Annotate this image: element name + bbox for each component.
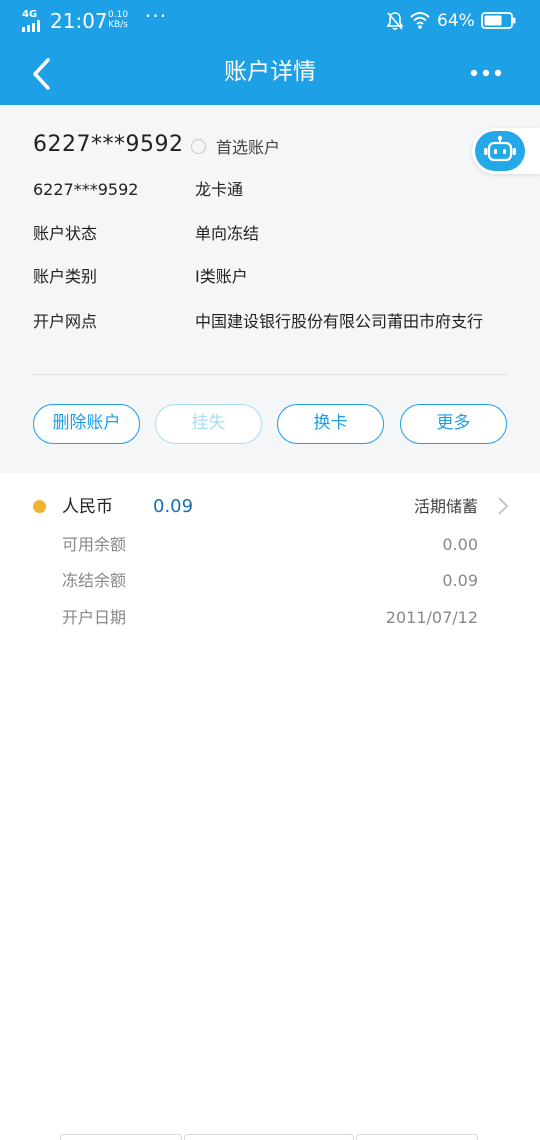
network-speed-value: 0.10 xyxy=(108,10,129,20)
available-balance-row: 可用余额 0.00 xyxy=(62,534,478,556)
info-row-label: 账户状态 xyxy=(33,224,98,243)
divider xyxy=(33,374,507,375)
info-row-value: 龙卡通 xyxy=(195,180,244,199)
more-actions-button[interactable]: 更多 xyxy=(400,404,507,444)
bottom-tab-fragment[interactable] xyxy=(60,1134,182,1140)
notification-dots: ··· xyxy=(145,4,168,28)
info-row-branch: 开户网点 中国建设银行股份有限公司莆田市府支行 xyxy=(33,311,483,333)
clock: 21:07 xyxy=(50,9,108,33)
info-row-card: 6227***9592 龙卡通 xyxy=(33,179,243,201)
wifi-icon xyxy=(410,12,430,29)
balance-row-value: 0.09 xyxy=(442,571,478,590)
balance-amount: 0.09 xyxy=(153,496,194,517)
signal-icon xyxy=(22,20,46,32)
bottom-tab-fragment[interactable] xyxy=(184,1134,354,1140)
battery-percent: 64% xyxy=(437,11,475,31)
network-speed: 0.10 KB/s xyxy=(108,10,128,30)
preferred-account-toggle[interactable]: 首选账户 xyxy=(191,134,280,158)
info-row-value: 单向冻结 xyxy=(195,224,260,243)
info-row-label: 6227***9592 xyxy=(33,180,139,199)
balance-row-value: 0.00 xyxy=(442,535,478,554)
open-date-row: 开户日期 2011/07/12 xyxy=(62,607,478,629)
top-bar: 4G 21:07 0.10 KB/s ··· 64% 账户详情 xyxy=(0,0,540,105)
header: 账户详情 xyxy=(0,42,540,105)
info-row-label: 账户类别 xyxy=(33,267,98,286)
info-row-label: 开户网点 xyxy=(33,312,98,331)
currency-dot-icon xyxy=(33,500,46,513)
delete-account-button[interactable]: 删除账户 xyxy=(33,404,140,444)
network-type: 4G xyxy=(22,9,38,20)
info-row-category: 账户类别 I类账户 xyxy=(33,266,248,288)
info-row-value: I类账户 xyxy=(195,267,248,286)
chevron-right-icon[interactable] xyxy=(494,495,510,517)
report-loss-button[interactable]: 挂失 xyxy=(155,404,262,444)
assistant-robot-button[interactable] xyxy=(472,128,540,174)
more-dots-icon[interactable] xyxy=(466,58,506,88)
account-type-link[interactable]: 活期储蓄 xyxy=(414,495,478,519)
bottom-tab-fragment[interactable] xyxy=(356,1134,478,1140)
balance-section: 人民币 0.09 活期储蓄 可用余额 0.00 冻结余额 0.09 开户日期 2… xyxy=(0,473,540,673)
account-number: 6227***9592 xyxy=(33,132,184,157)
robot-icon xyxy=(484,135,516,162)
mute-bell-icon xyxy=(386,12,404,31)
replace-card-button[interactable]: 换卡 xyxy=(277,404,384,444)
currency-label: 人民币 xyxy=(62,497,113,517)
status-bar: 4G 21:07 0.10 KB/s ··· 64% xyxy=(0,0,540,42)
battery-icon xyxy=(481,12,516,29)
preferred-radio[interactable] xyxy=(191,138,206,154)
page-title: 账户详情 xyxy=(224,59,316,85)
network-speed-unit: KB/s xyxy=(108,20,128,30)
account-info-card: 6227***9592 首选账户 6227***9592 龙卡通 账户状态 单向… xyxy=(0,105,540,473)
preferred-label: 首选账户 xyxy=(216,138,281,157)
info-row-value: 中国建设银行股份有限公司莆田市府支行 xyxy=(195,312,484,331)
info-row-status: 账户状态 单向冻结 xyxy=(33,223,259,245)
frozen-balance-row: 冻结余额 0.09 xyxy=(62,570,478,592)
balance-row-value: 2011/07/12 xyxy=(385,608,478,627)
